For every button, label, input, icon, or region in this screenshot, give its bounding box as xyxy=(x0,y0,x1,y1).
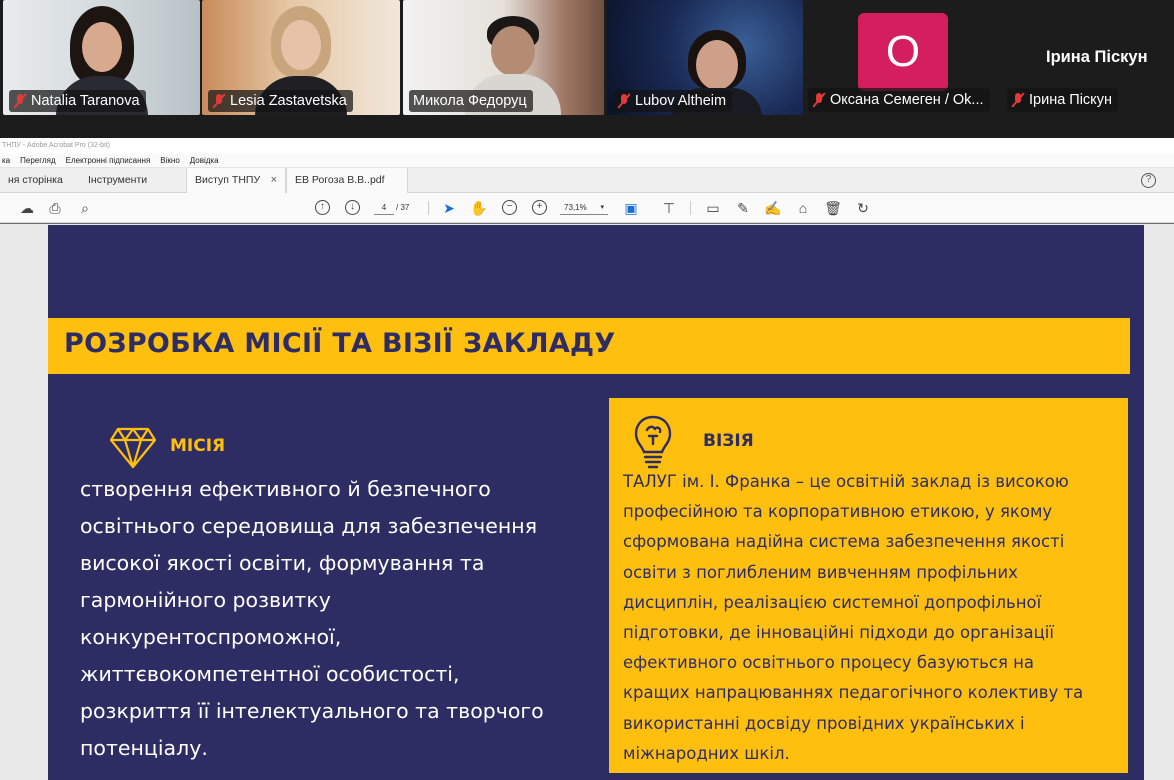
window-title: ТНПУ - Adobe Acrobat Pro (32-bit) xyxy=(0,138,1174,154)
slide-title: РОЗРОБКА МІСІЇ ТА ВІЗІЇ ЗАКЛАДУ xyxy=(64,328,616,359)
participant-tile[interactable]: Lubov Altheim xyxy=(607,0,803,115)
zoom-search-icon[interactable]: ⌕ xyxy=(76,199,94,217)
tab-home[interactable]: ня сторінка xyxy=(0,168,80,193)
help-icon[interactable]: ? xyxy=(1141,173,1156,188)
menu-item-view[interactable]: Перегляд xyxy=(20,154,56,167)
tab-label: Інструменти xyxy=(88,174,148,186)
comment-icon[interactable]: ▭ xyxy=(704,199,722,217)
mission-text: створення ефективного й безпечного освіт… xyxy=(80,477,544,760)
tab-bar: ня сторінка Інструменти Виступ ТНПУ × ЕВ… xyxy=(0,168,1174,193)
menu-item-e-sign[interactable]: Електронні підписання xyxy=(66,154,151,167)
mic-muted-icon xyxy=(212,93,226,109)
lightbulb-head-icon xyxy=(634,415,672,469)
next-page-icon[interactable]: ↓ xyxy=(345,200,360,215)
diamond-icon xyxy=(110,427,156,469)
zoom-out-icon[interactable]: − xyxy=(502,200,517,215)
highlight-pen-icon[interactable]: ✎ xyxy=(734,199,752,217)
participant-name: Lubov Altheim xyxy=(613,90,733,112)
participant-name[interactable]: Оксана Семеген / Ok... xyxy=(808,88,990,112)
menu-item-window[interactable]: Вікно xyxy=(160,154,179,167)
tab-label: ня сторінка xyxy=(8,174,63,186)
mic-muted-icon xyxy=(1011,92,1025,108)
tab-document-active[interactable]: Виступ ТНПУ × xyxy=(186,168,286,193)
slide-page: РОЗРОБКА МІСІЇ ТА ВІЗІЇ ЗАКЛАДУ МІСІЯ ст… xyxy=(48,225,1144,780)
menu-bar: ка Перегляд Електронні підписання Вікно … xyxy=(0,154,1174,168)
chevron-down-icon: ▾ xyxy=(600,204,604,211)
vision-text: ТАЛУГ ім. І. Франка – це освітній заклад… xyxy=(623,472,1084,763)
video-strip: Natalia Taranova Lesia Zastavetska Микол… xyxy=(0,0,1174,138)
featured-participant-name: Ірина Піскун xyxy=(1046,48,1148,66)
menu-item-help[interactable]: Довідка xyxy=(190,154,219,167)
mic-muted-icon xyxy=(812,92,826,108)
zoom-in-icon[interactable]: + xyxy=(532,200,547,215)
tab-label: ЕВ Рогоза В.В..pdf xyxy=(295,174,385,186)
scroll-mode-icon[interactable]: ⊤ xyxy=(660,199,678,217)
delete-icon[interactable]: 🗑 xyxy=(824,199,842,217)
tab-document[interactable]: ЕВ Рогоза В.В..pdf xyxy=(286,168,408,193)
vision-heading: ВІЗІЯ xyxy=(703,431,754,451)
slide-title-band: РОЗРОБКА МІСІЇ ТА ВІЗІЇ ЗАКЛАДУ xyxy=(48,318,1130,374)
page-fit-icon[interactable]: ▣ xyxy=(622,199,640,217)
zoom-level-select[interactable]: 73,1% ▾ xyxy=(560,200,608,215)
page-number-input[interactable]: 4 xyxy=(374,200,394,215)
stamp-tag-icon[interactable]: ⌂ xyxy=(794,199,812,217)
toolbar: ☁ ⎙ ⌕ ↑ ↓ 4 / 37 ➤ ✋ − + 73,1% ▾ ▣ ⊤ ▭ ✎ … xyxy=(0,193,1174,223)
participant-tile[interactable]: Lesia Zastavetska xyxy=(202,0,400,115)
participant-avatar[interactable]: О xyxy=(858,13,948,91)
sign-icon[interactable]: ✍ xyxy=(764,199,782,217)
upload-cloud-icon[interactable]: ☁ xyxy=(18,199,36,217)
toolbar-divider xyxy=(428,201,429,215)
participant-tile-active-speaker[interactable]: Микола Федоруц xyxy=(403,0,604,115)
mission-heading: МІСІЯ xyxy=(170,436,226,456)
tab-tools[interactable]: Інструменти xyxy=(80,168,180,193)
close-tab-icon[interactable]: × xyxy=(271,168,277,193)
print-icon[interactable]: ⎙ xyxy=(46,199,64,217)
participant-name[interactable]: Ірина Піскун xyxy=(1007,88,1118,112)
select-cursor-icon[interactable]: ➤ xyxy=(440,199,458,217)
participant-tile[interactable]: Natalia Taranova xyxy=(3,0,200,115)
participant-name: Микола Федоруц xyxy=(409,90,533,112)
page-total: / 37 xyxy=(396,203,410,212)
menu-item-edit[interactable]: ка xyxy=(2,154,10,167)
mic-muted-icon xyxy=(13,93,27,109)
rotate-icon[interactable]: ↻ xyxy=(854,199,872,217)
tab-label: Виступ ТНПУ xyxy=(195,174,261,186)
hand-tool-icon[interactable]: ✋ xyxy=(470,199,488,217)
shared-screen-acrobat: ТНПУ - Adobe Acrobat Pro (32-bit) ка Пер… xyxy=(0,138,1174,780)
participant-name: Lesia Zastavetska xyxy=(208,90,353,112)
mic-muted-icon xyxy=(617,93,631,109)
document-viewer[interactable]: РОЗРОБКА МІСІЇ ТА ВІЗІЇ ЗАКЛАДУ МІСІЯ ст… xyxy=(0,224,1174,780)
toolbar-divider xyxy=(690,201,691,215)
participant-name: Natalia Taranova xyxy=(9,90,146,112)
vision-box: ВІЗІЯ ТАЛУГ ім. І. Франка – це освітній … xyxy=(609,398,1128,773)
previous-page-icon[interactable]: ↑ xyxy=(315,200,330,215)
